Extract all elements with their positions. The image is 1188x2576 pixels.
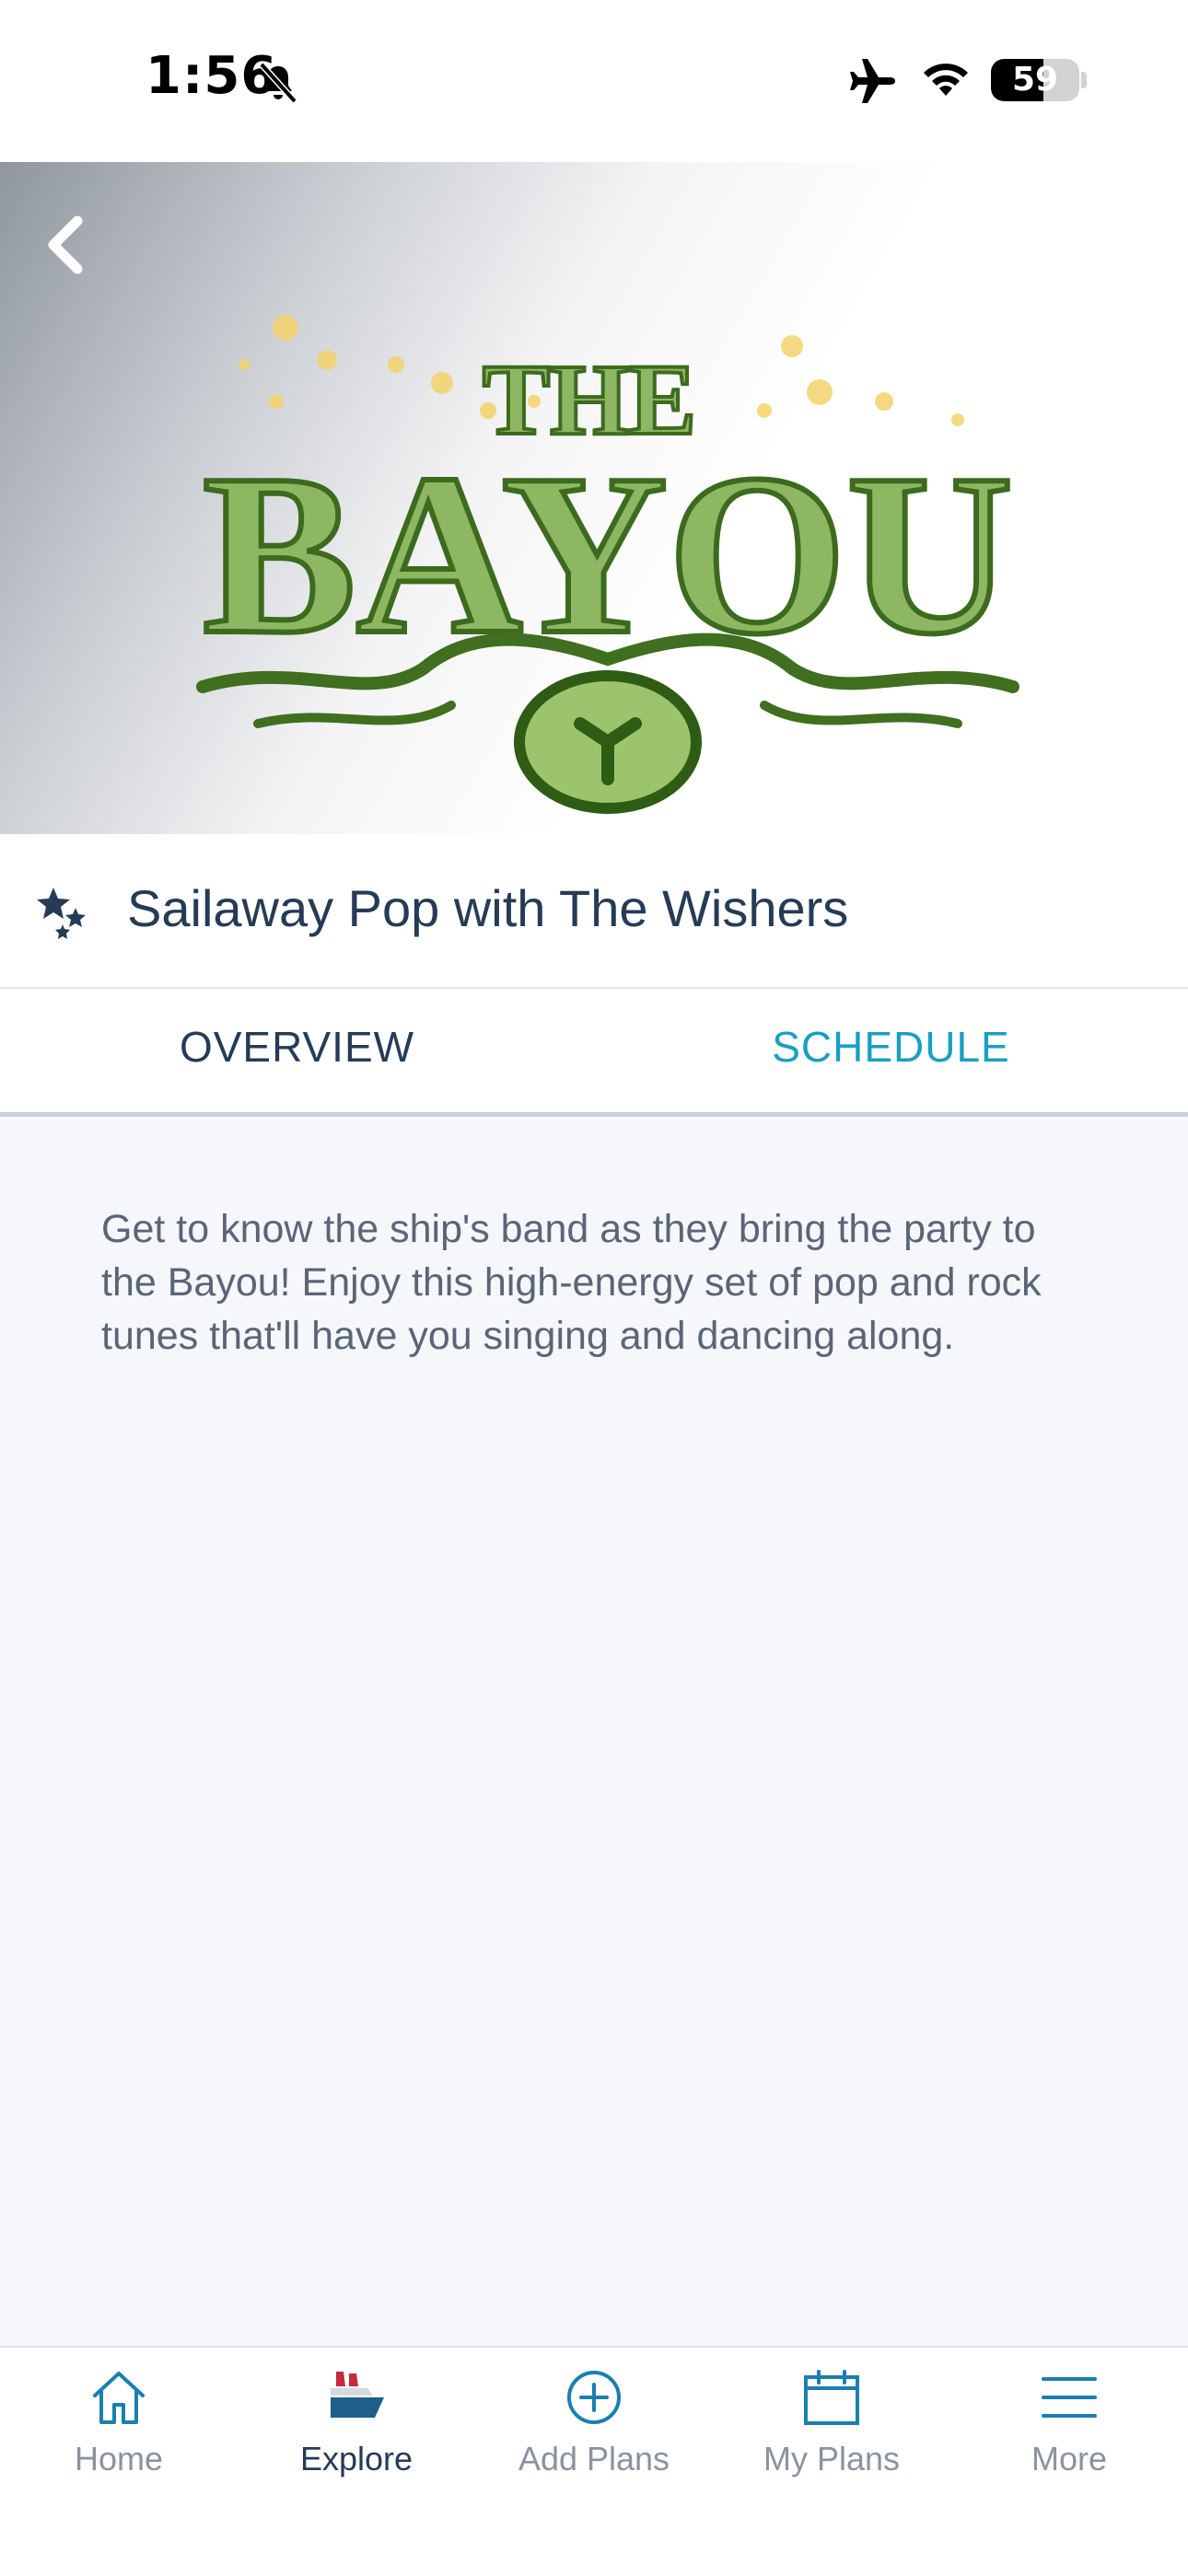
nav-more-label: More	[1031, 2440, 1108, 2477]
tab-overview[interactable]: OVERVIEW	[0, 1022, 594, 1072]
back-chevron-icon[interactable]	[33, 208, 98, 282]
battery-percent: 59	[1011, 61, 1059, 99]
home-icon	[93, 2372, 145, 2424]
menu-icon	[1042, 2377, 1097, 2418]
tab-schedule[interactable]: SCHEDULE	[594, 1022, 1188, 1072]
nav-explore[interactable]: Explore	[238, 2348, 475, 2532]
wifi-icon	[924, 64, 968, 96]
nav-home-label: Home	[74, 2440, 164, 2477]
bottom-nav: Home Explore Add Plans My Plans More	[0, 2346, 1188, 2576]
ship-icon	[331, 2372, 384, 2418]
nav-explore-label: Explore	[299, 2440, 413, 2477]
add-circle-icon	[567, 2371, 621, 2424]
bayou-logo: THE BAYOU	[196, 315, 1019, 814]
nav-more[interactable]: More	[950, 2348, 1188, 2532]
status-bar: 1:56 59	[0, 0, 1188, 162]
airplane-mode-icon	[850, 59, 895, 103]
battery-indicator: 59	[991, 59, 1079, 101]
hero-image: THE BAYOU	[0, 162, 1188, 834]
calendar-icon	[804, 2370, 859, 2425]
activity-header: Sailaway Pop with The Wishers	[0, 834, 1188, 989]
nav-home[interactable]: Home	[0, 2348, 238, 2532]
nav-my-plans[interactable]: My Plans	[713, 2348, 950, 2532]
nav-add-plans[interactable]: Add Plans	[475, 2348, 713, 2532]
tab-bar: OVERVIEW SCHEDULE	[0, 989, 1188, 1117]
activity-title: Sailaway Pop with The Wishers	[127, 879, 849, 937]
silent-mode-icon	[259, 62, 297, 104]
activity-description: Get to know the ship's band as they brin…	[101, 1207, 1042, 1358]
logo-bayou-text: BAYOU	[203, 427, 1013, 682]
nav-add-plans-label: Add Plans	[518, 2440, 670, 2477]
stars-icon	[37, 888, 86, 939]
nav-my-plans-label: My Plans	[763, 2440, 901, 2477]
